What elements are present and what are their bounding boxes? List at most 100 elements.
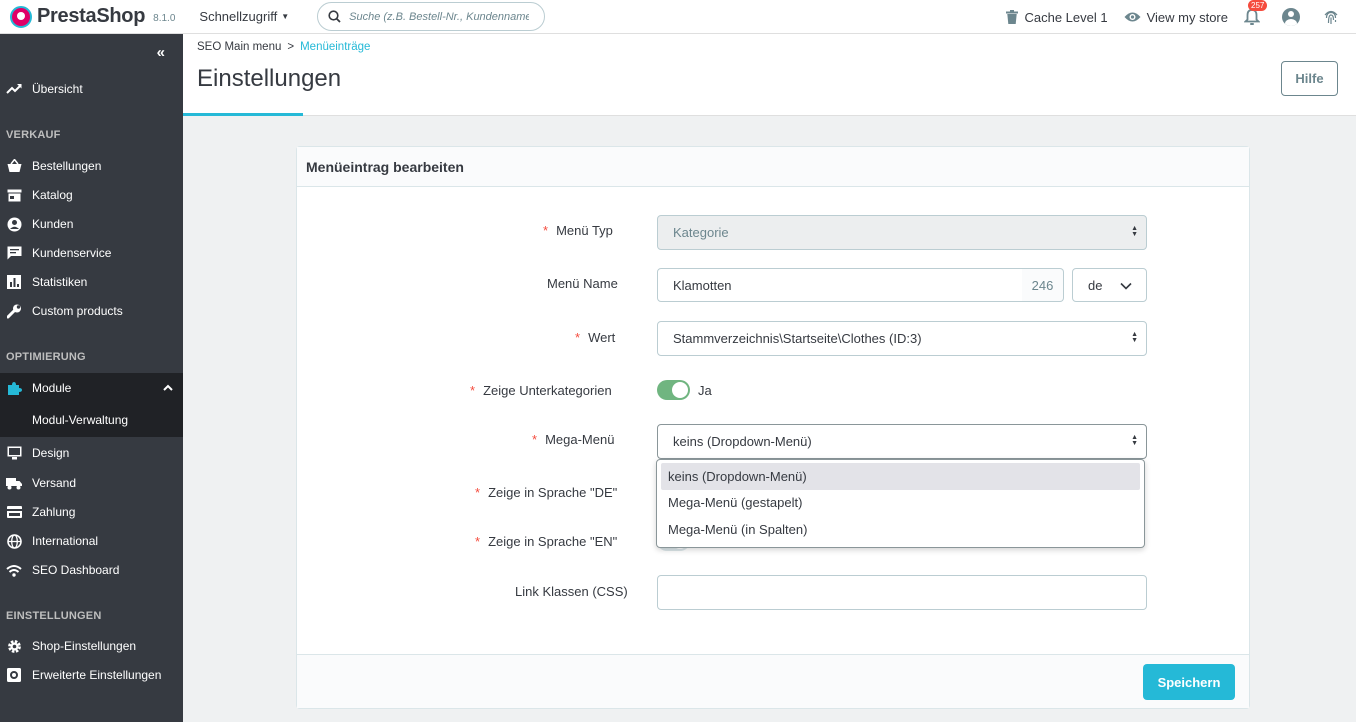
link-classes-label: Link Klassen (CSS)	[515, 584, 628, 599]
top-header: PrestaShop 8.1.0 Schnellzugriff ▼ Cache …	[0, 0, 1356, 34]
notification-count-badge: 257	[1248, 0, 1268, 11]
eye-icon	[1124, 12, 1141, 22]
collapse-sidebar-icon[interactable]: «	[157, 44, 165, 61]
sidebar-item-orders[interactable]: Bestellungen	[0, 152, 183, 180]
trash-icon	[1006, 10, 1019, 24]
show-de-label: * Zeige in Sprache "DE"	[475, 485, 617, 500]
required-asterisk: *	[475, 534, 481, 549]
sidebar-item-stats[interactable]: Statistiken	[0, 268, 183, 296]
cache-level-link[interactable]: Cache Level 1	[1006, 9, 1108, 25]
breadcrumb-current-link[interactable]: Menüeinträge	[300, 41, 370, 53]
link-classes-input[interactable]	[657, 575, 1147, 610]
value-label: * Wert	[575, 330, 615, 345]
sidebar-item-label: SEO Dashboard	[32, 563, 120, 577]
menu-type-select[interactable]: Kategorie ▲ ▼	[657, 215, 1147, 250]
brand-name: PrestaShop	[37, 5, 146, 27]
quick-access-menu[interactable]: Schnellzugriff ▼	[199, 9, 289, 24]
store-icon	[6, 187, 22, 203]
settings-box-icon	[6, 667, 22, 683]
breadcrumb-parent-link[interactable]: SEO Main menu	[197, 41, 281, 53]
sidebar-item-label: Custom products	[32, 304, 123, 318]
mega-menu-dropdown: keins (Dropdown-Menü) Mega-Menü (gestape…	[656, 459, 1145, 548]
sidebar-item-seo-dashboard[interactable]: SEO Dashboard	[0, 556, 183, 584]
sidebar-item-label: Zahlung	[32, 505, 76, 519]
sidebar-item-catalog[interactable]: Katalog	[0, 181, 183, 209]
menu-type-label-text: Menü Typ	[556, 223, 613, 238]
select-arrows-icon: ▲ ▼	[1131, 225, 1138, 238]
trending-up-icon	[6, 81, 22, 97]
sidebar: « Übersicht VERKAUF Bestellungen Katalog…	[0, 34, 183, 722]
prestashop-logo-icon	[10, 5, 32, 28]
save-button[interactable]: Speichern	[1143, 664, 1235, 700]
sidebar-item-label: Versand	[32, 476, 77, 490]
sidebar-item-customer-service[interactable]: Kundenservice	[0, 239, 183, 267]
wifi-icon	[6, 562, 22, 578]
sidebar-item-label: Kunden	[32, 217, 74, 231]
prestashop-logo[interactable]: PrestaShop 8.1.0	[10, 5, 175, 28]
show-en-label: * Zeige in Sprache "EN"	[475, 534, 617, 549]
sidebar-item-label: Shop-Einstellungen	[32, 639, 137, 653]
mega-menu-value: keins (Dropdown-Menü)	[673, 434, 812, 449]
puzzle-icon	[6, 380, 22, 396]
character-counter: 246	[1022, 268, 1064, 302]
section-settings: EINSTELLUNGEN	[6, 610, 102, 622]
show-de-label-text: Zeige in Sprache "DE"	[488, 485, 618, 500]
sidebar-item-label: Design	[32, 446, 70, 460]
employee-avatar-icon[interactable]	[1282, 8, 1300, 26]
show-subcategories-label: * Zeige Unterkategorien	[470, 383, 612, 398]
sidebar-item-label: Katalog	[32, 188, 73, 202]
search-icon	[328, 10, 341, 23]
panel-title: Menüeintrag bearbeiten	[297, 147, 1249, 187]
panel-footer: Speichern	[297, 654, 1249, 708]
mega-menu-option[interactable]: Mega-Menü (gestapelt)	[661, 490, 1140, 517]
basket-icon	[6, 158, 22, 174]
mega-menu-option[interactable]: Mega-Menü (in Spalten)	[661, 516, 1140, 543]
active-tab-indicator	[183, 113, 303, 116]
caret-down-icon: ▼	[281, 12, 290, 21]
sidebar-item-module-manager[interactable]: Modul-Verwaltung	[0, 403, 183, 437]
sidebar-item-label: Kundenservice	[32, 246, 112, 260]
chat-icon	[6, 245, 22, 261]
mega-menu-option[interactable]: keins (Dropdown-Menü)	[661, 463, 1140, 490]
sidebar-item-label: Bestellungen	[32, 159, 102, 173]
quick-access-label: Schnellzugriff	[199, 9, 278, 24]
notifications-button[interactable]: 257	[1243, 0, 1268, 26]
sidebar-item-custom-products[interactable]: Custom products	[0, 297, 183, 325]
language-select[interactable]: de	[1072, 268, 1147, 302]
sidebar-item-shop-settings[interactable]: Shop-Einstellungen	[0, 632, 183, 660]
value-select[interactable]: Stammverzeichnis\Startseite\Clothes (ID:…	[657, 321, 1147, 356]
show-subcategories-label-text: Zeige Unterkategorien	[483, 383, 612, 398]
sidebar-item-shipping[interactable]: Versand	[0, 469, 183, 497]
mega-menu-label-text: Mega-Menü	[545, 432, 615, 447]
required-asterisk: *	[475, 485, 481, 500]
mega-menu-select[interactable]: keins (Dropdown-Menü) ▲ ▼	[657, 424, 1147, 459]
sidebar-item-label: Module	[32, 381, 72, 395]
mega-menu-label: * Mega-Menü	[532, 432, 614, 447]
menu-name-label: Menü Name	[547, 276, 618, 291]
sidebar-item-customers[interactable]: Kunden	[0, 210, 183, 238]
sidebar-item-design[interactable]: Design	[0, 439, 183, 467]
sidebar-item-overview[interactable]: Übersicht	[0, 75, 183, 103]
search-box[interactable]	[317, 2, 546, 31]
required-asterisk: *	[543, 223, 549, 238]
cache-level-label: Cache Level 1	[1024, 9, 1108, 25]
sidebar-item-payment[interactable]: Zahlung	[0, 498, 183, 526]
view-store-link[interactable]: View my store	[1124, 10, 1228, 25]
show-subcategories-toggle[interactable]	[657, 380, 690, 400]
fingerprint-icon[interactable]	[1322, 8, 1340, 26]
select-arrows-icon: ▲ ▼	[1131, 331, 1138, 344]
account-circle-icon	[6, 216, 22, 232]
monitor-icon	[6, 445, 22, 461]
search-input[interactable]	[349, 10, 530, 23]
sidebar-item-modules[interactable]: Module	[0, 373, 183, 403]
menu-type-value: Kategorie	[673, 225, 729, 240]
page-title: Einstellungen	[197, 65, 342, 92]
menu-name-input[interactable]	[657, 268, 1023, 302]
sidebar-item-international[interactable]: International	[0, 527, 183, 555]
sidebar-item-label: Übersicht	[32, 82, 83, 96]
sidebar-item-advanced-settings[interactable]: Erweiterte Einstellungen	[0, 661, 183, 689]
help-button[interactable]: Hilfe	[1281, 61, 1338, 96]
version-label: 8.1.0	[153, 13, 176, 24]
globe-icon	[6, 533, 22, 549]
truck-icon	[6, 475, 22, 491]
